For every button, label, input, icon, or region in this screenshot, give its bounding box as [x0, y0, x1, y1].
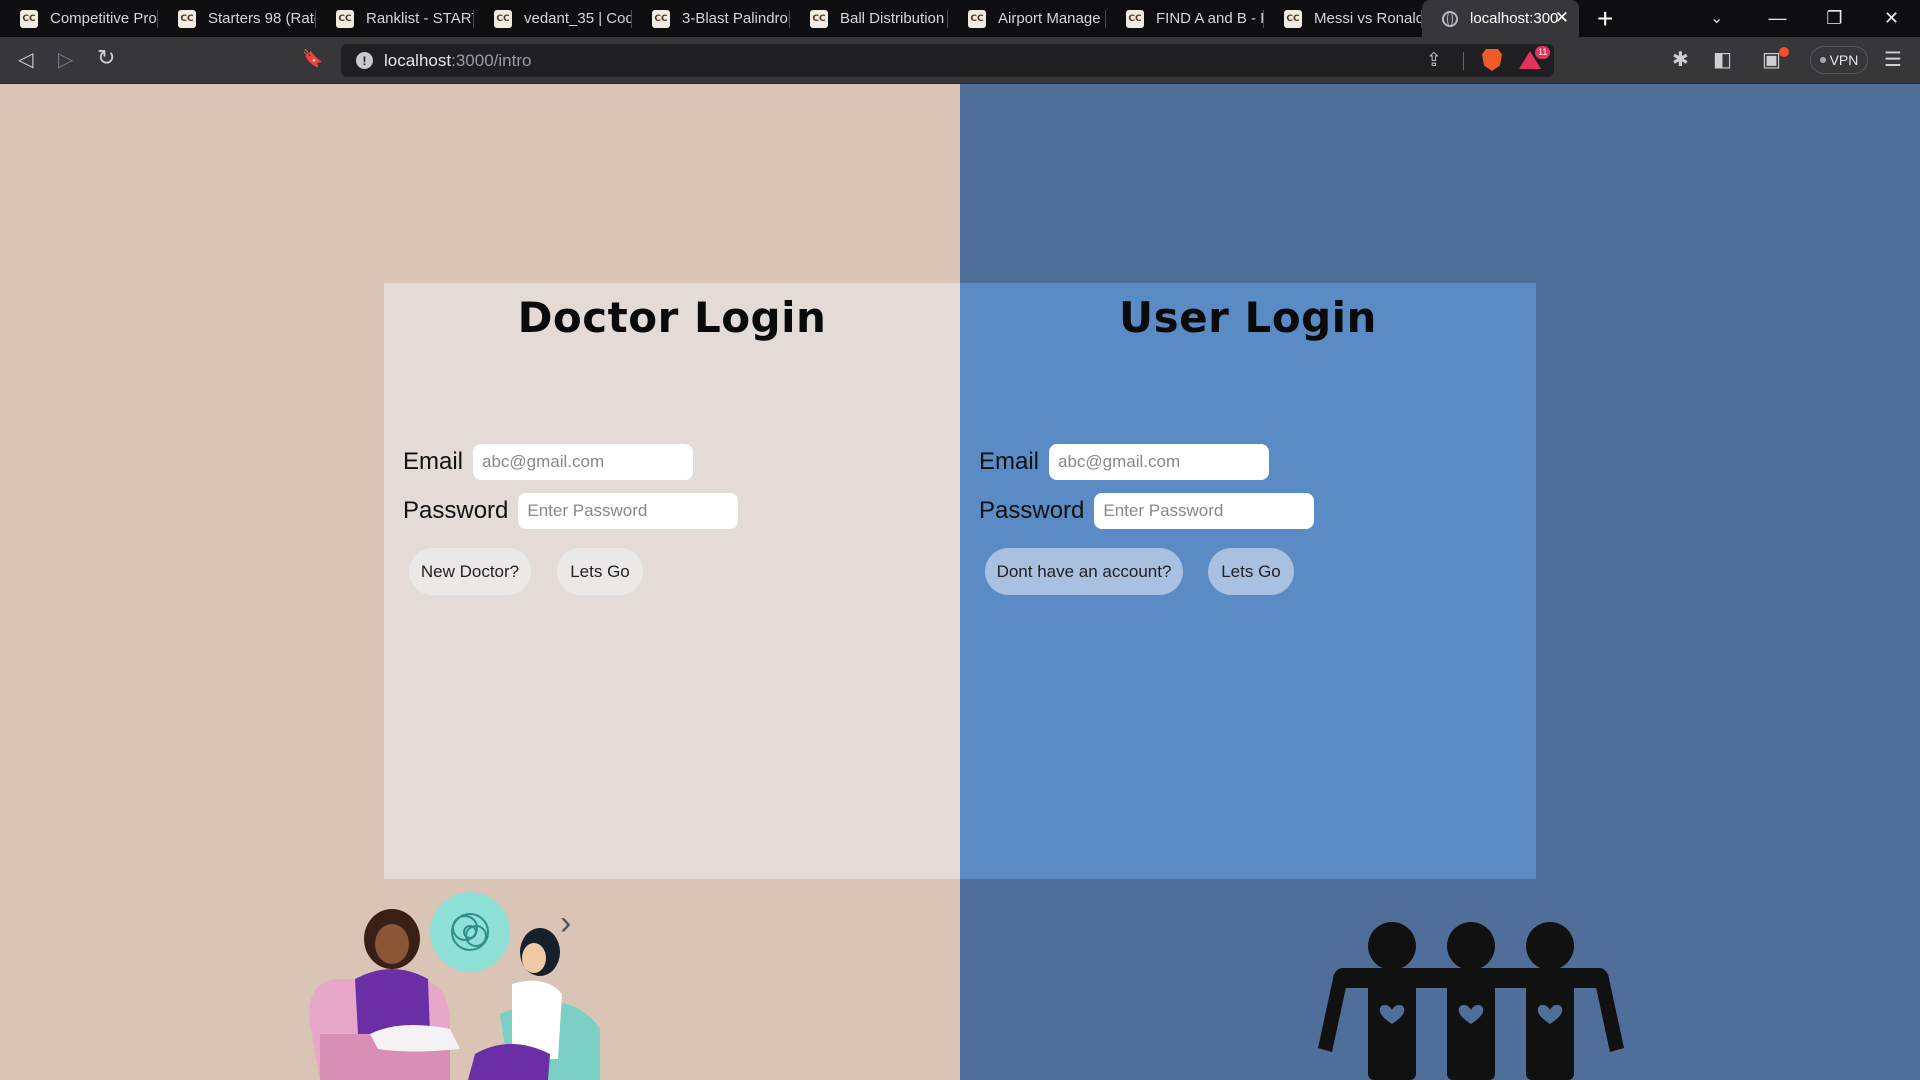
tab-title: Ranklist - START — [366, 10, 474, 27]
back-icon[interactable]: ◁ — [18, 47, 33, 72]
brave-shields-icon[interactable] — [1482, 49, 1502, 71]
browser-tab[interactable]: CC Starters 98 (Rate — [158, 0, 316, 37]
vpn-button[interactable]: VPN — [1810, 46, 1868, 74]
vpn-label: VPN — [1829, 52, 1859, 68]
codechef-favicon-icon: CC — [1126, 9, 1144, 28]
tab-search-chevron-icon[interactable]: ⌄ — [1710, 8, 1723, 28]
window-controls: — ❐ ✕ — [1749, 0, 1920, 37]
doctor-password-input[interactable] — [518, 493, 739, 529]
divider — [1463, 52, 1464, 70]
codechef-favicon-icon: CC — [336, 9, 354, 28]
user-lets-go-button[interactable]: Lets Go — [1208, 548, 1294, 595]
browser-toolbar: ◁ ▷ ↻ 🔖 ! localhost:3000/intro ⇪ 11 ✱ ◧ … — [0, 37, 1920, 84]
user-password-input[interactable] — [1094, 493, 1315, 529]
password-label: Password — [403, 497, 509, 524]
browser-tab[interactable]: CC Messi vs Ronaldo — [1264, 0, 1422, 37]
codechef-favicon-icon: CC — [810, 9, 828, 28]
minimize-button[interactable]: — — [1749, 8, 1806, 29]
user-login-title: User Login — [1119, 293, 1377, 342]
site-info-icon[interactable]: ! — [356, 52, 373, 69]
browser-tab[interactable]: CC Airport Manage — [948, 0, 1106, 37]
globe-icon — [1442, 10, 1458, 27]
share-icon[interactable]: ⇪ — [1426, 49, 1442, 72]
bookmark-icon[interactable]: 🔖 — [302, 49, 323, 69]
url-host: localhost — [384, 51, 452, 70]
tab-title: vedant_35 | Code — [524, 10, 632, 27]
forward-icon[interactable]: ▷ — [58, 47, 73, 72]
browser-tab[interactable]: CC FIND A and B - P — [1106, 0, 1264, 37]
menu-icon[interactable]: ☰ — [1884, 47, 1902, 72]
tab-title: localhost:300 — [1470, 10, 1559, 27]
new-tab-button[interactable]: + — [1597, 0, 1613, 37]
notification-dot — [1779, 47, 1789, 57]
codechef-favicon-icon: CC — [652, 9, 670, 28]
tab-title: Ball Distribution — [840, 10, 945, 27]
doctor-password-row: Password — [403, 493, 739, 529]
email-label: Email — [979, 448, 1040, 475]
extensions-icon[interactable]: ✱ — [1672, 47, 1689, 72]
user-login-panel: User Login Email Password Dont have an a… — [960, 283, 1536, 879]
browser-tab[interactable]: CC vedant_35 | Code — [474, 0, 632, 37]
browser-tab[interactable]: CC 3-Blast Palindror — [632, 0, 790, 37]
codechef-favicon-icon: CC — [178, 9, 196, 28]
carousel-next-arrow[interactable]: › — [560, 904, 571, 943]
tab-title: 3-Blast Palindror — [682, 10, 790, 27]
vpn-status-dot — [1819, 57, 1826, 63]
tab-title: Starters 98 (Rate — [208, 10, 316, 27]
codechef-favicon-icon: CC — [494, 9, 512, 28]
tab-title: FIND A and B - P — [1156, 10, 1264, 27]
doctor-email-input[interactable] — [473, 444, 694, 480]
doctor-login-panel: Doctor Login Email Password New Doctor? … — [384, 283, 960, 879]
browser-tab[interactable]: CC Ranklist - START — [316, 0, 474, 37]
user-email-input[interactable] — [1049, 444, 1270, 480]
browser-tab[interactable]: CC Competitive Pro — [0, 0, 158, 37]
intro-page: Doctor Login Email Password New Doctor? … — [0, 84, 1920, 1080]
tab-strip: CC Competitive Pro CC Starters 98 (Rate … — [0, 0, 1920, 37]
close-window-button[interactable]: ✕ — [1863, 8, 1920, 29]
browser-tab[interactable]: CC Ball Distribution — [790, 0, 948, 37]
codechef-favicon-icon: CC — [20, 9, 38, 28]
tab-title: Airport Manage — [998, 10, 1101, 27]
doctor-lets-go-button[interactable]: Lets Go — [557, 548, 643, 595]
codechef-favicon-icon: CC — [968, 9, 986, 28]
url-path: :3000/intro — [451, 51, 532, 70]
user-password-row: Password — [979, 493, 1315, 529]
url-text[interactable]: localhost:3000/intro — [384, 51, 531, 71]
sidebar-icon[interactable]: ◧ — [1713, 47, 1732, 72]
community-people-illustration — [1318, 922, 1624, 1080]
signup-user-button[interactable]: Dont have an account? — [985, 548, 1183, 595]
user-email-row: Email — [979, 444, 1270, 480]
address-bar[interactable]: ! localhost:3000/intro ⇪ 11 — [341, 44, 1554, 77]
doctor-login-title: Doctor Login — [517, 293, 827, 342]
restore-button[interactable]: ❐ — [1806, 8, 1863, 29]
email-label: Email — [403, 448, 464, 475]
tab-title: Messi vs Ronaldo — [1314, 10, 1422, 27]
doctor-email-row: Email — [403, 444, 694, 480]
codechef-favicon-icon: CC — [1284, 9, 1302, 28]
password-label: Password — [979, 497, 1085, 524]
reload-icon[interactable]: ↻ — [97, 45, 115, 71]
browser-tab-active[interactable]: localhost:300 ✕ — [1422, 0, 1579, 37]
new-doctor-button[interactable]: New Doctor? — [409, 548, 531, 595]
tab-title: Competitive Pro — [50, 10, 157, 27]
rewards-badge: 11 — [1535, 46, 1551, 59]
close-tab-icon[interactable]: ✕ — [1555, 8, 1569, 28]
